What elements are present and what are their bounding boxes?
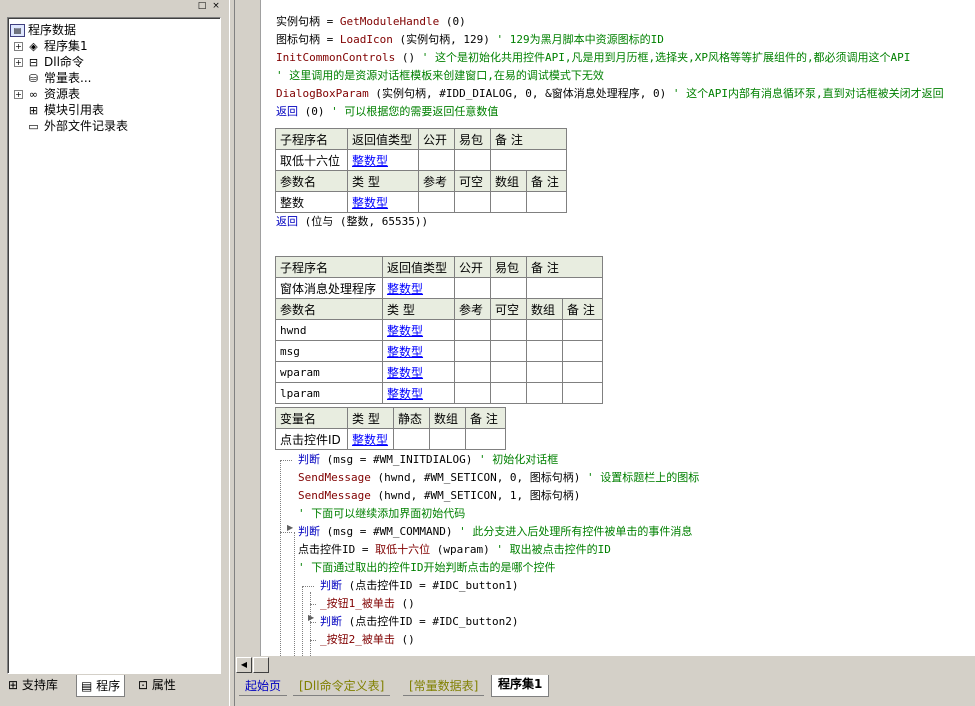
code-line[interactable]: 判断 (点击控件ID = #IDC_button2) (320, 613, 518, 631)
code-line[interactable]: _按钮1_被单击 () (320, 595, 415, 613)
tab-constants[interactable]: [常量数据表] (403, 677, 485, 696)
code-line[interactable]: ' 下面通过取出的控件ID开始判断点击的是哪个控件 (298, 559, 556, 577)
code-line[interactable]: SendMessage (hwnd, #WM_SETICON, 0, 图标句柄)… (298, 469, 699, 487)
tree-item-resources[interactable]: + ∞ 资源表 (14, 86, 80, 102)
constant-icon: ⛁ (28, 72, 39, 85)
param-row[interactable]: hwnd 整数型 (275, 319, 603, 341)
code-line[interactable]: InitCommonControls () ' 这个是初始化共用控件API,凡是… (276, 49, 910, 67)
flow-line (294, 532, 295, 656)
editor-margin (235, 0, 261, 656)
flow-line (310, 640, 316, 641)
tab-start-page[interactable]: 起始页 (239, 677, 288, 696)
expand-icon[interactable]: + (14, 42, 23, 51)
tab-dll-definitions[interactable]: [Dll命令定义表] (293, 677, 391, 696)
properties-icon: ⊡ (138, 678, 149, 692)
local-variable-table: 变量名 类 型 静态 数组 备 注 点击控件ID 整数型 (275, 407, 506, 450)
flow-line (302, 586, 314, 587)
tab-properties[interactable]: ⊡ 属性 (134, 676, 180, 695)
code-line[interactable]: DialogBoxParam (实例句柄, #IDD_DIALOG, 0, &窗… (276, 85, 944, 103)
flow-line (310, 592, 311, 656)
code-line[interactable]: 点击控件ID = 取低十六位 (wparam) ' 取出被点击控件的ID (298, 541, 611, 559)
expand-icon[interactable]: + (14, 90, 23, 99)
flow-line (310, 622, 316, 623)
code-line[interactable]: 实例句柄 = GetModuleHandle (0) (276, 13, 466, 31)
tab-assembly-1[interactable]: 程序集1 (491, 675, 550, 697)
code-line[interactable]: ' 这里调用的是资源对话框模板来创建窗口,在易的调试模式下无效 (276, 67, 604, 85)
flow-line (280, 460, 292, 461)
flow-arrow-icon: ▶ (287, 523, 294, 532)
tree-root[interactable]: ▤ 程序数据 (10, 22, 76, 38)
assembly-icon: ◈ (29, 40, 38, 53)
param-row[interactable]: msg 整数型 (275, 340, 603, 362)
param-type-link[interactable]: 整数型 (352, 196, 388, 210)
param-name-cell[interactable]: 整数 (275, 191, 348, 213)
code-line[interactable]: SendMessage (hwnd, #WM_SETICON, 1, 图标句柄) (298, 487, 580, 505)
tree-item-external-files[interactable]: ▭ 外部文件记录表 (26, 118, 128, 134)
tree-item-modules[interactable]: ⊞ 模块引用表 (26, 102, 104, 118)
program-icon: ▤ (81, 679, 93, 693)
project-panel: □ × ▤ 程序数据 + ◈ 程序集1 + ⊟ Dll命令 ⛁ 常量表... + ∞ 资源表 ⊞… (0, 0, 229, 706)
code-line[interactable]: 判断 (msg = #WM_COMMAND) ' 此分支进入后处理所有控件被单击… (298, 523, 692, 541)
panel-close-button[interactable]: × (210, 1, 222, 12)
code-line[interactable]: 判断 (点击控件ID = #IDC_button1) (320, 577, 518, 595)
scroll-thumb[interactable] (253, 657, 269, 673)
code-line[interactable]: 返回 (位与 (整数, 65535)) (276, 213, 428, 231)
flow-arrow-icon: ▶ (308, 613, 315, 622)
panel-titlebar: □ × (0, 0, 229, 14)
tab-program[interactable]: ▤ 程序 (76, 675, 126, 697)
left-tab-bar: ⊞ 支持库 ▤ 程序 ⊡ 属性 (0, 675, 229, 706)
subroutine-table-1: 子程序名 返回值类型 公开 易包 备 注 取低十六位 整数型 参数名 类 型 参… (275, 128, 567, 213)
return-type-link[interactable]: 整数型 (352, 154, 388, 168)
flow-line (310, 604, 316, 605)
module-icon: ⊞ (28, 104, 39, 117)
resource-icon: ∞ (28, 88, 39, 101)
return-type-link[interactable]: 整数型 (387, 282, 423, 296)
project-data-icon: ▤ (10, 24, 25, 37)
flow-line (280, 532, 292, 533)
scroll-left-icon[interactable]: ◀ (236, 657, 252, 673)
param-row[interactable]: lparam 整数型 (275, 382, 603, 404)
code-line[interactable]: _按钮2_被单击 () (320, 631, 415, 649)
param-row[interactable]: wparam 整数型 (275, 361, 603, 383)
code-line[interactable]: ' 下面可以继续添加界面初始代码 (298, 505, 465, 523)
tab-support-library[interactable]: ⊞ 支持库 (4, 676, 62, 695)
code-line[interactable]: 图标句柄 = LoadIcon (实例句柄, 129) ' 129为黑月脚本中资… (276, 31, 664, 49)
variable-type-link[interactable]: 整数型 (352, 433, 388, 447)
document-tab-bar: 起始页 [Dll命令定义表] [常量数据表] 程序集1 (235, 675, 975, 706)
subroutine-name-cell[interactable]: 取低十六位 (275, 149, 348, 171)
project-tree[interactable]: ▤ 程序数据 + ◈ 程序集1 + ⊟ Dll命令 ⛁ 常量表... + ∞ 资源表 ⊞ 模块引用… (7, 17, 221, 674)
tree-item-assembly[interactable]: + ◈ 程序集1 (14, 38, 88, 54)
code-editor[interactable]: 实例句柄 = GetModuleHandle (0) 图标句柄 = LoadIc… (235, 0, 975, 656)
dll-icon: ⊟ (28, 56, 39, 69)
flow-line (280, 460, 281, 656)
variable-name-cell[interactable]: 点击控件ID (275, 428, 348, 450)
subroutine-table-2: 子程序名 返回值类型 公开 易包 备 注 窗体消息处理程序 整数型 参数名 类 … (275, 256, 603, 404)
flow-line (302, 586, 303, 656)
file-icon: ▭ (28, 120, 39, 133)
panel-restore-button[interactable]: □ (196, 1, 208, 12)
expand-icon[interactable]: + (14, 58, 23, 67)
code-line[interactable]: 判断 (msg = #WM_INITDIALOG) ' 初始化对话框 (298, 451, 558, 469)
subroutine-name-cell[interactable]: 窗体消息处理程序 (275, 277, 383, 299)
horizontal-scrollbar[interactable]: ◀ (235, 656, 975, 674)
tree-item-dll[interactable]: + ⊟ Dll命令 (14, 54, 84, 70)
code-line[interactable]: 返回 (0) ' 可以根据您的需要返回任意数值 (276, 103, 498, 121)
tree-item-constants[interactable]: ⛁ 常量表... (26, 70, 92, 86)
library-icon: ⊞ (8, 678, 19, 692)
